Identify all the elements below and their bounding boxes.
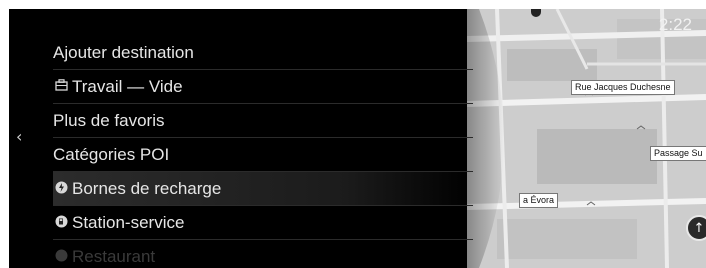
menu-item-restaurant[interactable]: Restaurant (53, 240, 473, 268)
menu-item-label: Travail — Vide (72, 76, 183, 96)
briefcase-icon (53, 79, 69, 94)
charging-station-icon (53, 181, 69, 197)
clock: 2:22 (658, 15, 692, 34)
menu-item-add-destination[interactable]: Ajouter destination (53, 36, 473, 70)
menu-item-label: Plus de favoris (53, 110, 165, 130)
back-arrow-icon[interactable]: ‹ (16, 127, 22, 146)
map-graphics (467, 9, 706, 268)
menu-item-label: Catégories POI (53, 144, 170, 164)
menu-item-poi-categories[interactable]: Catégories POI (53, 138, 473, 172)
navigation-map[interactable]: 2:22 Rue Jacques Duchesne Passage Su a É… (467, 9, 706, 268)
menu-item-label: Restaurant (72, 247, 156, 266)
restaurant-icon (53, 249, 69, 265)
menu-item-fuel-station[interactable]: Station-service (53, 206, 473, 240)
street-label: Passage Su (650, 146, 706, 161)
fuel-station-icon (53, 215, 69, 231)
street-label: Rue Jacques Duchesne (571, 80, 675, 95)
menu-item-charging-stations[interactable]: Bornes de recharge (53, 172, 473, 206)
compass-icon[interactable]: ↑ (686, 215, 706, 241)
menu-item-label: Station-service (72, 212, 185, 232)
menu-item-more-favorites[interactable]: Plus de favoris (53, 104, 473, 138)
menu-item-work[interactable]: Travail — Vide (53, 70, 473, 104)
street-label: a Évora (519, 193, 559, 208)
menu-item-label: Ajouter destination (53, 42, 194, 62)
infotainment-screen: 2:22 Rue Jacques Duchesne Passage Su a É… (9, 9, 706, 268)
destination-menu: ‹ Ajouter destination Travail — Vide Plu… (9, 9, 489, 268)
menu-item-label: Bornes de recharge (72, 178, 222, 198)
